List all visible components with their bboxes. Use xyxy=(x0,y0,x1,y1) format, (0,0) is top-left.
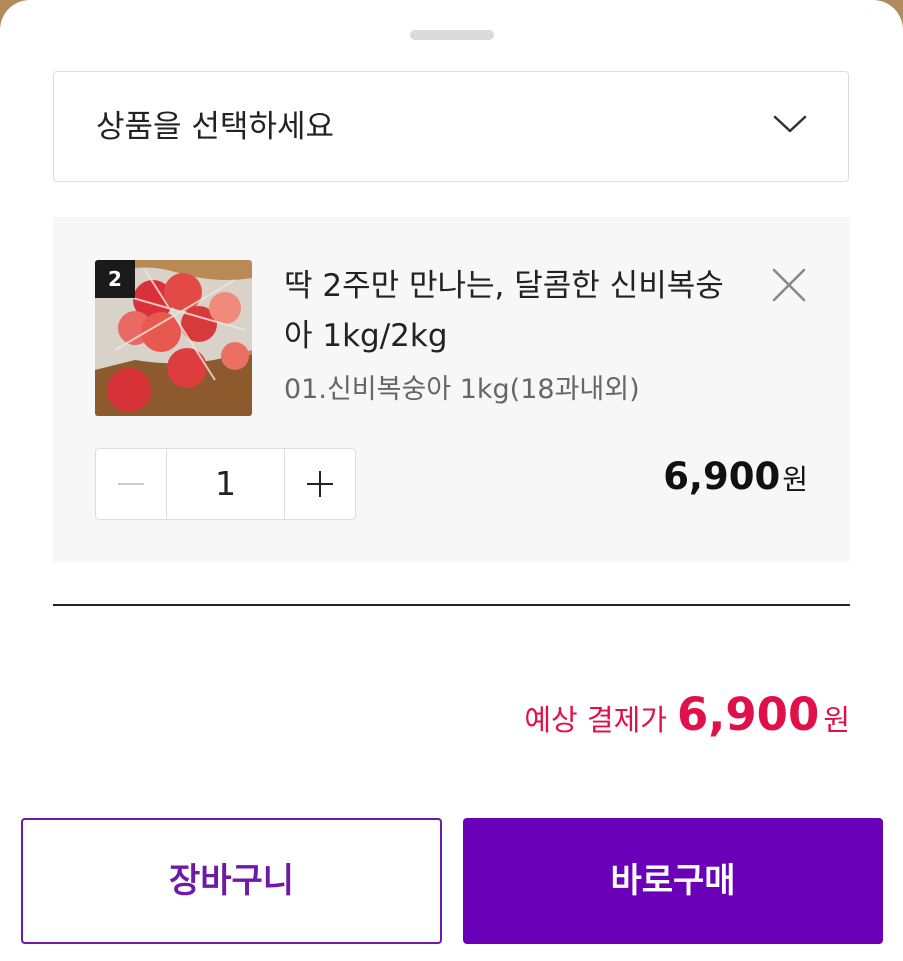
sheet-drag-handle[interactable] xyxy=(410,30,494,40)
plus-icon xyxy=(307,471,333,497)
quantity-value[interactable]: 1 xyxy=(166,449,285,519)
option-bottom-sheet: 상품을 선택하세요 2 딱 2주만 만나는, 달콤한 신비복숭아 1kg/2kg… xyxy=(0,0,903,961)
item-price: 6,900원 xyxy=(663,455,808,498)
product-option-select[interactable]: 상품을 선택하세요 xyxy=(53,71,849,182)
item-title: 딱 2주만 만나는, 달콤한 신비복숭아 1kg/2kg xyxy=(284,268,724,354)
remove-item-button[interactable] xyxy=(771,267,807,303)
decrease-quantity-button[interactable] xyxy=(96,449,166,519)
expected-total: 예상 결제가 6,900 원 xyxy=(524,688,850,741)
buy-now-button[interactable]: 바로구매 xyxy=(463,818,883,944)
expected-total-unit: 원 xyxy=(823,703,850,737)
quantity-stepper: 1 xyxy=(95,448,356,520)
product-option-placeholder: 상품을 선택하세요 xyxy=(96,109,335,145)
chevron-down-icon xyxy=(772,112,808,136)
selected-item-card: 2 딱 2주만 만나는, 달콤한 신비복숭아 1kg/2kg 01.신비복숭아 … xyxy=(53,217,850,562)
expected-total-label: 예상 결제가 xyxy=(524,703,667,737)
rank-badge: 2 xyxy=(95,260,135,298)
add-to-cart-button[interactable]: 장바구니 xyxy=(21,818,442,944)
section-divider xyxy=(53,604,850,606)
product-thumbnail: 2 xyxy=(95,260,252,416)
minus-icon xyxy=(118,483,144,485)
increase-quantity-button[interactable] xyxy=(285,449,355,519)
close-icon xyxy=(772,268,806,302)
expected-total-value: 6,900 xyxy=(676,688,820,741)
item-price-value: 6,900 xyxy=(663,455,781,498)
item-price-unit: 원 xyxy=(782,463,808,496)
item-option: 01.신비복숭아 1kg(18과내외) xyxy=(284,374,640,405)
